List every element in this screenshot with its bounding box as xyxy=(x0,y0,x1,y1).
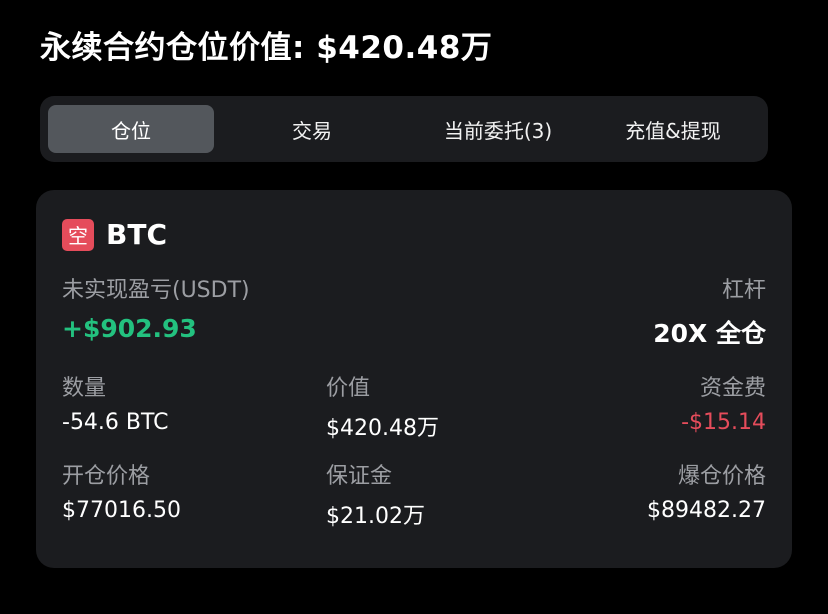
tab-open-orders[interactable]: 当前委托(3) xyxy=(410,105,586,153)
short-side-badge: 空 xyxy=(62,218,94,251)
page-title: 永续合约仓位价值: $420.48万 xyxy=(40,30,493,66)
entry-price-value: $77016.50 xyxy=(62,498,181,523)
funding-fee-value: -$15.14 xyxy=(681,410,766,435)
quantity-label: 数量 xyxy=(62,376,107,401)
tab-trade[interactable]: 交易 xyxy=(214,105,410,153)
liquidation-price-label: 爆仓价格 xyxy=(677,464,766,489)
position-value-label: 价值 xyxy=(326,376,371,401)
liquidation-price-value: $89482.27 xyxy=(647,498,766,523)
tab-positions[interactable]: 仓位 xyxy=(48,105,214,153)
unrealized-pnl-value: +$902.93 xyxy=(62,314,197,343)
position-card[interactable]: 空 BTC 未实现盈亏(USDT) 杠杆 +$902.93 20X 全仓 数量 … xyxy=(36,190,792,568)
position-symbol-row: 空 BTC xyxy=(62,218,167,251)
page: 永续合约仓位价值: $420.48万 仓位 交易 当前委托(3) 充值&提现 空… xyxy=(0,0,828,614)
quantity-value: -54.6 BTC xyxy=(62,410,169,435)
entry-price-label: 开仓价格 xyxy=(62,464,151,489)
funding-fee-label: 资金费 xyxy=(699,376,766,401)
unrealized-pnl-label: 未实现盈亏(USDT) xyxy=(62,278,250,303)
position-symbol: BTC xyxy=(106,218,167,251)
margin-value: $21.02万 xyxy=(326,504,425,529)
leverage-label: 杠杆 xyxy=(721,278,766,303)
position-value-value: $420.48万 xyxy=(326,416,439,441)
tab-deposit-withdraw[interactable]: 充值&提现 xyxy=(586,105,760,153)
margin-label: 保证金 xyxy=(326,464,393,489)
leverage-value[interactable]: 20X 全仓 xyxy=(653,314,766,350)
tab-bar: 仓位 交易 当前委托(3) 充值&提现 xyxy=(40,96,768,162)
